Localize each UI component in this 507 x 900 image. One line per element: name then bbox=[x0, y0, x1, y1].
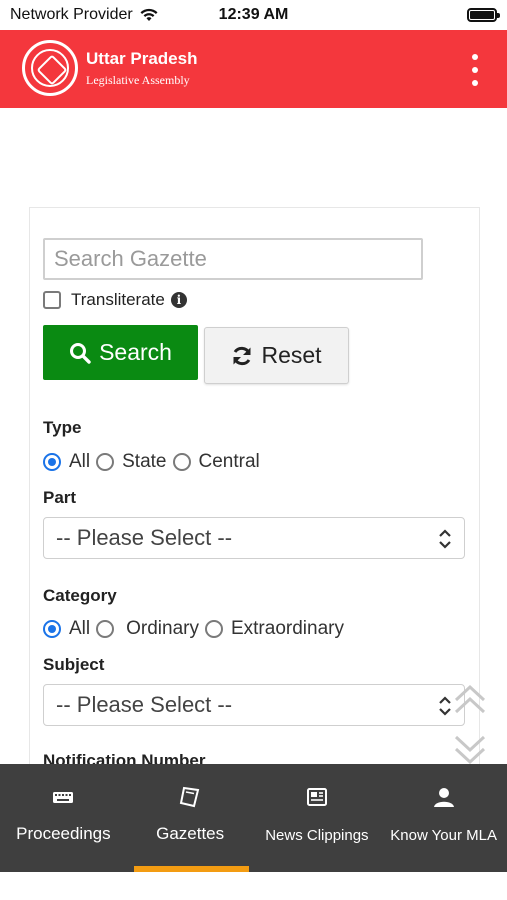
nav-label: Proceedings bbox=[16, 824, 111, 843]
search-icon bbox=[70, 342, 91, 364]
type-option-label: All bbox=[69, 451, 91, 472]
nav-label: News Clippings bbox=[265, 827, 369, 844]
bottom-safe-area bbox=[0, 872, 507, 900]
select-arrows-icon bbox=[439, 529, 451, 549]
radio-unchecked[interactable] bbox=[96, 453, 115, 471]
part-select[interactable]: -- Please Select -- bbox=[43, 517, 465, 559]
radio-unchecked[interactable] bbox=[96, 620, 115, 638]
kebab-dot bbox=[472, 67, 478, 73]
bottom-nav: Proceedings Gazettes News Clippings Know… bbox=[0, 764, 507, 872]
category-option-label: Ordinary bbox=[126, 618, 199, 639]
part-select-value: -- Please Select -- bbox=[56, 525, 233, 550]
reset-button[interactable]: Reset bbox=[204, 327, 349, 384]
emblem-inner bbox=[31, 49, 69, 87]
battery-icon bbox=[467, 8, 500, 22]
type-option-label: Central bbox=[198, 451, 260, 472]
scroll-down-icon[interactable] bbox=[452, 730, 488, 766]
refresh-icon bbox=[233, 346, 251, 365]
nav-label: Know Your MLA bbox=[390, 827, 497, 844]
app-header: Uttar Pradesh Legislative Assembly bbox=[0, 30, 507, 108]
nav-item-know-your-mla[interactable]: Know Your MLA bbox=[380, 764, 507, 872]
nav-item-news-clippings[interactable]: News Clippings bbox=[254, 764, 381, 872]
part-label: Part bbox=[43, 488, 77, 507]
category-option-ordinary[interactable]: Ordinary bbox=[96, 618, 199, 640]
search-gazette-input[interactable] bbox=[43, 238, 423, 280]
status-bar: Network Provider 12:39 AM bbox=[0, 0, 507, 30]
radio-checked[interactable] bbox=[43, 453, 61, 471]
category-option-label: All bbox=[69, 618, 91, 639]
kebab-menu-icon[interactable] bbox=[469, 54, 481, 86]
nav-item-proceedings[interactable]: Proceedings bbox=[0, 764, 127, 872]
transliterate-label: Transliterate bbox=[71, 290, 165, 309]
subject-select[interactable]: -- Please Select -- bbox=[43, 684, 465, 726]
clock: 12:39 AM bbox=[218, 6, 289, 23]
info-icon[interactable]: i bbox=[170, 292, 187, 308]
radio-unchecked[interactable] bbox=[204, 620, 223, 638]
scroll-up-icon[interactable] bbox=[452, 683, 488, 719]
category-option-extraordinary[interactable]: Extraordinary bbox=[204, 618, 344, 640]
radio-checked[interactable] bbox=[43, 620, 61, 638]
search-button[interactable]: Search bbox=[43, 325, 198, 380]
type-option-label: State bbox=[122, 451, 167, 472]
type-option-state[interactable]: State bbox=[96, 451, 167, 473]
category-option-label: Extraordinary bbox=[230, 618, 344, 639]
nav-item-gazettes[interactable]: Gazettes bbox=[127, 764, 254, 872]
emblem-logo bbox=[22, 40, 78, 96]
category-radio-group: All Ordinary Extraordinary bbox=[43, 618, 350, 640]
kebab-dot bbox=[472, 80, 478, 86]
category-label: Category bbox=[43, 586, 117, 605]
brand-title: Uttar Pradesh bbox=[86, 49, 198, 68]
radio-unchecked[interactable] bbox=[172, 453, 191, 471]
type-label: Type bbox=[43, 418, 82, 437]
type-option-all[interactable]: All bbox=[43, 451, 90, 473]
subject-label: Subject bbox=[43, 655, 105, 674]
type-radio-group: All State Central bbox=[43, 451, 266, 473]
keyboard-icon bbox=[53, 792, 74, 803]
kebab-dot bbox=[472, 54, 478, 60]
category-option-all[interactable]: All bbox=[43, 618, 90, 640]
nav-label: Gazettes bbox=[156, 824, 225, 843]
transliterate-checkbox[interactable] bbox=[43, 291, 61, 309]
newspaper-icon bbox=[306, 788, 327, 806]
type-option-central[interactable]: Central bbox=[172, 451, 260, 473]
select-arrows-icon bbox=[439, 696, 451, 716]
brand-subtitle: Legislative Assembly bbox=[86, 73, 190, 87]
search-button-label: Search bbox=[99, 339, 172, 365]
transliterate-row: Transliterate i bbox=[43, 290, 187, 310]
reset-button-label: Reset bbox=[261, 342, 322, 368]
subject-select-value: -- Please Select -- bbox=[56, 692, 233, 717]
document-icon bbox=[179, 786, 200, 808]
person-icon bbox=[433, 788, 454, 807]
